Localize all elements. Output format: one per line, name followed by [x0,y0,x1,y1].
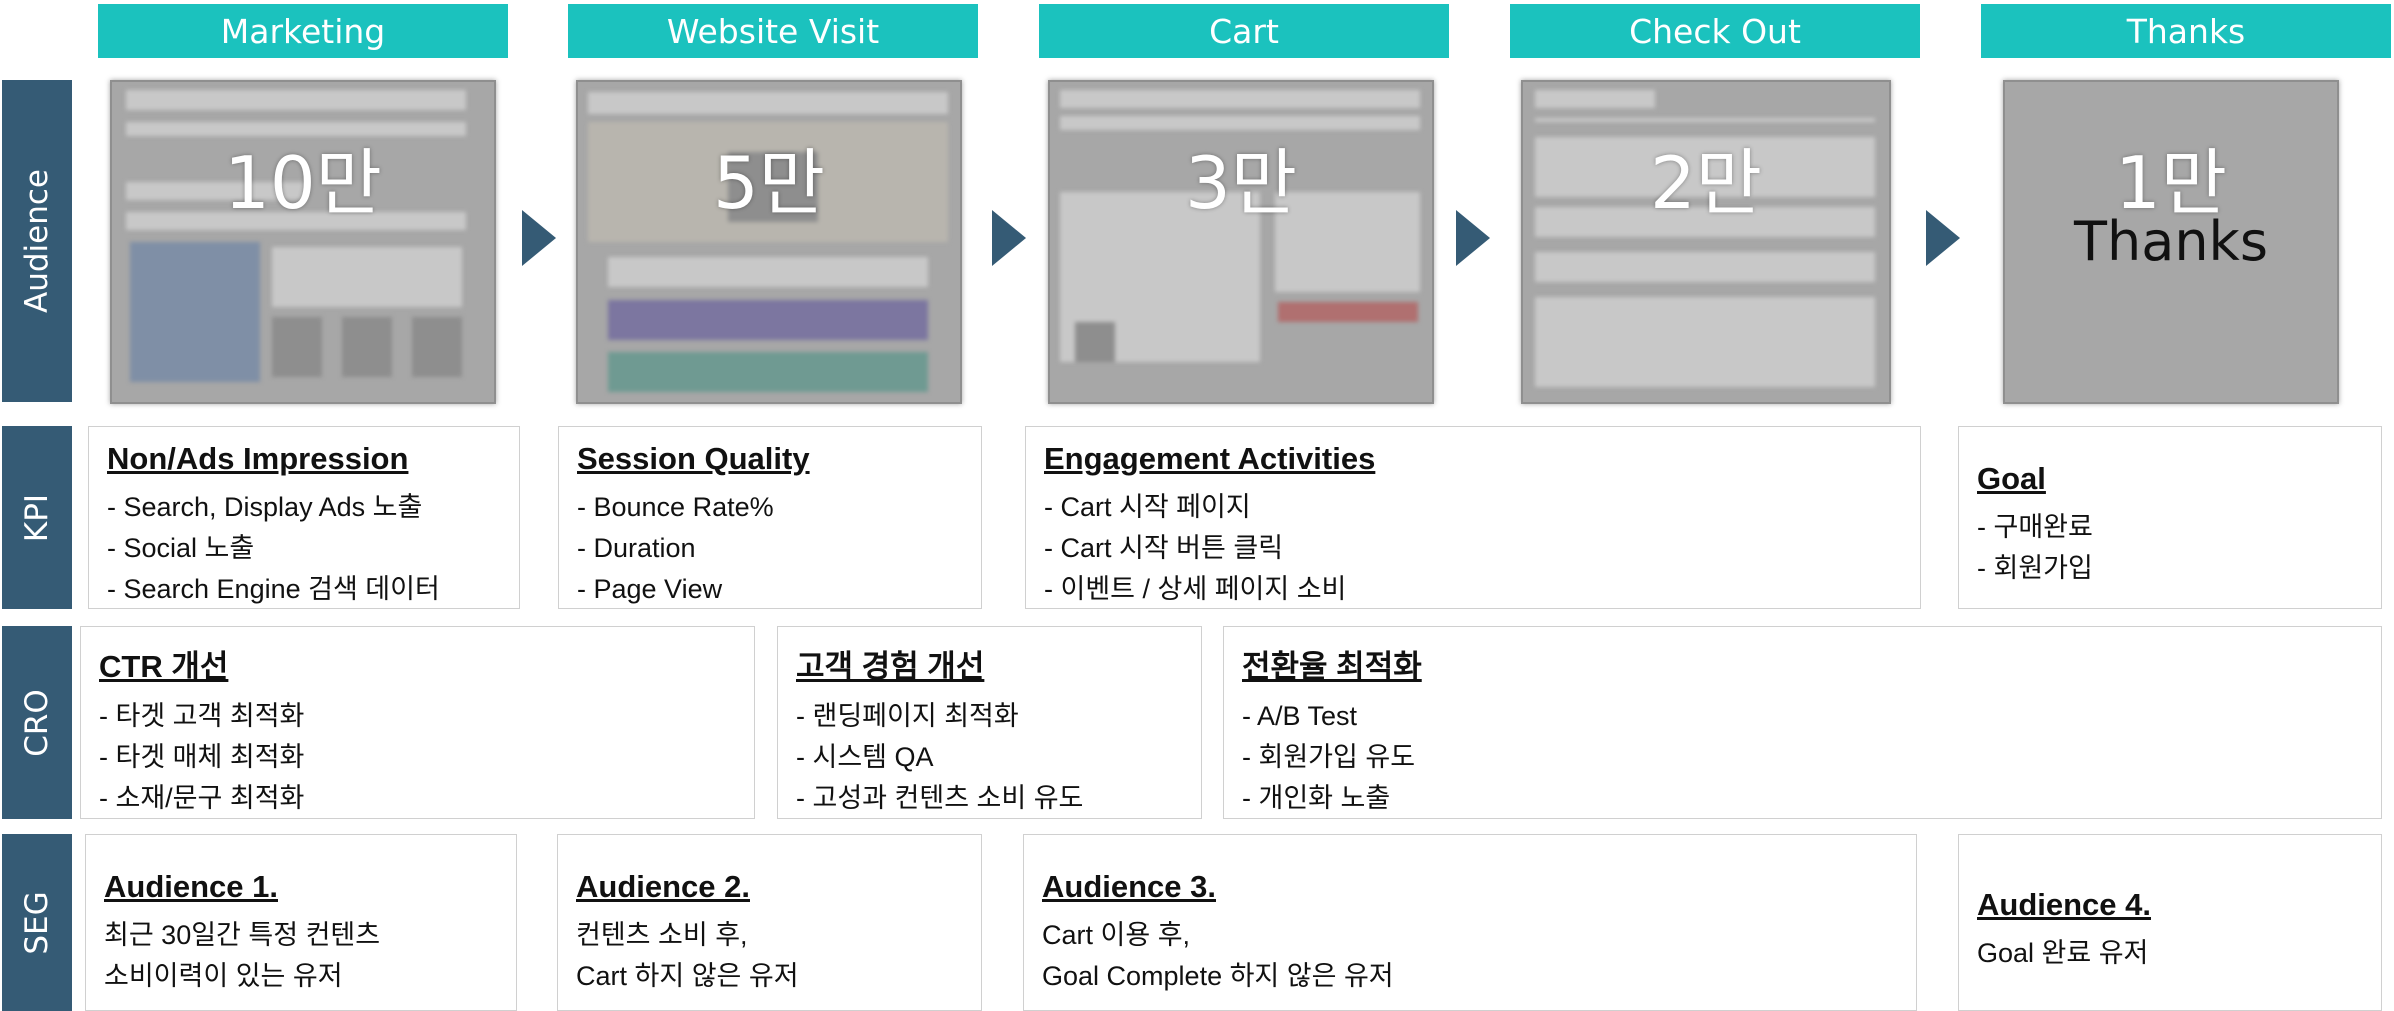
row-label-audience: Audience [2,80,72,402]
seg-box-audience-1: Audience 1. 최근 30일간 특정 컨텐츠 소비이력이 있는 유저 [85,834,517,1011]
kpi-item: - Page View [577,574,723,604]
audience-count: 10만 [224,141,382,225]
cro-title: 전환율 최적화 [1242,649,1422,684]
cro-item: - 타겟 고객 최적화 [99,701,305,731]
kpi-item: - Duration [577,533,696,563]
kpi-item: - 회원가입 [1977,553,2093,583]
audience-screenshot-cart: 3만 [1048,80,1434,404]
cro-title: 고객 경험 개선 [796,649,985,684]
cro-box-experience: 고객 경험 개선 - 랜딩페이지 최적화 - 시스템 QA - 고성과 컨텐츠 … [777,626,1202,819]
audience-count: 2만 [1649,141,1763,225]
flow-arrow-icon [1926,210,1960,266]
seg-title: Audience 1. [104,869,278,904]
flow-arrow-icon [1456,210,1490,266]
seg-item: 컨텐츠 소비 후, [576,920,748,950]
stage-website-visit: Website Visit [568,4,978,58]
audience-count: 5만 [712,141,826,225]
stage-thanks: Thanks [1981,4,2391,58]
stage-marketing: Marketing [98,4,508,58]
cro-item: - 개인화 노출 [1242,783,1391,813]
kpi-item: - Bounce Rate% [577,492,774,522]
kpi-item: - Search Engine 검색 데이터 [107,574,440,604]
cro-item: - 랜딩페이지 최적화 [796,701,1019,731]
audience-screenshot-thanks: 1만 Thanks [2003,80,2339,404]
cro-box-conversion: 전환율 최적화 - A/B Test - 회원가입 유도 - 개인화 노출 [1223,626,2382,819]
audience-count: 3만 [1184,141,1298,225]
seg-item: Cart 하지 않은 유저 [576,961,799,991]
cro-item: - 소재/문구 최적화 [99,783,305,813]
seg-title: Audience 3. [1042,869,1216,904]
kpi-title: Session Quality [577,441,810,476]
cro-item: - A/B Test [1242,701,1358,731]
seg-item: Goal 완료 유저 [1977,938,2149,968]
audience-screenshot-check-out: 2만 [1521,80,1891,404]
thanks-label: Thanks [2074,210,2268,273]
cro-item: - 고성과 컨텐츠 소비 유도 [796,783,1084,813]
kpi-title: Engagement Activities [1044,441,1376,476]
seg-item: Cart 이용 후, [1042,920,1191,950]
seg-item: 소비이력이 있는 유저 [104,961,343,991]
kpi-title: Non/Ads Impression [107,441,409,476]
cro-title: CTR 개선 [99,649,229,684]
kpi-box-website-visit: Session Quality - Bounce Rate% - Duratio… [558,426,982,609]
cro-box-ctr: CTR 개선 - 타겟 고객 최적화 - 타겟 매체 최적화 - 소재/문구 최… [80,626,755,819]
audience-screenshot-marketing: 10만 [110,80,496,404]
cro-item: - 시스템 QA [796,742,934,772]
seg-title: Audience 4. [1977,887,2151,922]
seg-box-audience-2: Audience 2. 컨텐츠 소비 후, Cart 하지 않은 유저 [557,834,982,1011]
kpi-box-thanks: Goal - 구매완료 - 회원가입 [1958,426,2382,609]
seg-box-audience-4: Audience 4. Goal 완료 유저 [1958,834,2382,1011]
row-label-cro: CRO [2,626,72,819]
seg-box-audience-3: Audience 3. Cart 이용 후, Goal Complete 하지 … [1023,834,1917,1011]
kpi-box-marketing: Non/Ads Impression - Search, Display Ads… [88,426,520,609]
kpi-box-cart: Engagement Activities - Cart 시작 페이지 - Ca… [1025,426,1921,609]
row-label-kpi: KPI [2,426,72,609]
kpi-item: - Search, Display Ads 노출 [107,492,423,522]
kpi-title: Goal [1977,461,2046,496]
stage-check-out: Check Out [1510,4,1920,58]
seg-item: Goal Complete 하지 않은 유저 [1042,961,1394,991]
flow-arrow-icon [522,210,556,266]
audience-screenshot-website-visit: 5만 [576,80,962,404]
flow-arrow-icon [992,210,1026,266]
kpi-item: - Cart 시작 버튼 클릭 [1044,533,1284,563]
stage-cart: Cart [1039,4,1449,58]
row-label-seg: SEG [2,834,72,1011]
kpi-item: - Social 노출 [107,533,255,563]
kpi-item: - 구매완료 [1977,512,2093,542]
kpi-item: - Cart 시작 페이지 [1044,492,1251,522]
kpi-item: - 이벤트 / 상세 페이지 소비 [1044,574,1347,604]
cro-item: - 회원가입 유도 [1242,742,1416,772]
seg-title: Audience 2. [576,869,750,904]
seg-item: 최근 30일간 특정 컨텐츠 [104,920,381,950]
cro-item: - 타겟 매체 최적화 [99,742,305,772]
